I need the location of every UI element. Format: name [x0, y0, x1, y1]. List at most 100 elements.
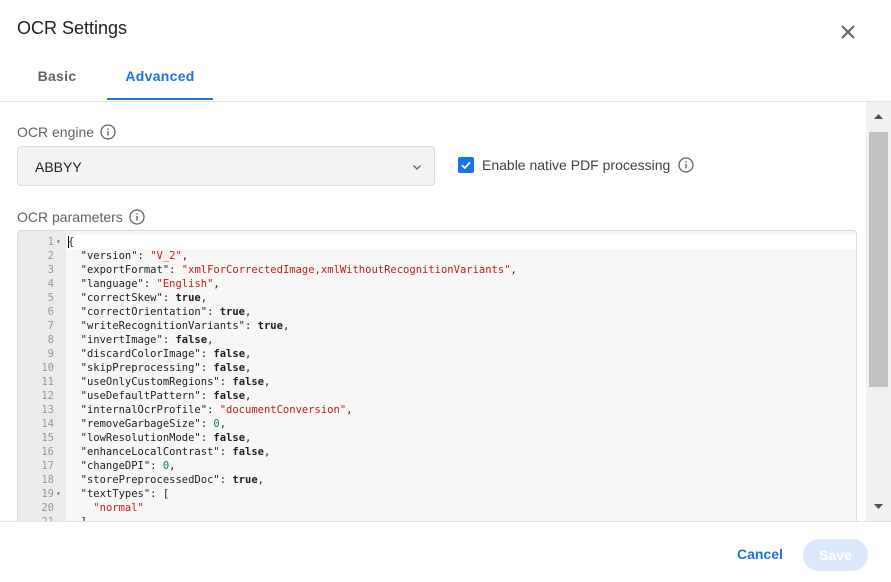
fold-toggle-icon[interactable]: ▾ — [56, 487, 61, 501]
code-token: , — [346, 404, 353, 416]
code-token: "documentConversion" — [219, 404, 347, 416]
code-text: "correctSkew": true, — [68, 291, 207, 305]
save-button[interactable]: Save — [803, 539, 868, 571]
code-line: 6 "correctOrientation": true, — [18, 305, 838, 319]
code-token: , — [181, 250, 189, 262]
tab-basic[interactable]: Basic — [17, 60, 97, 100]
code-line: 11 "useOnlyCustomRegions": false, — [18, 375, 838, 389]
code-line: 8 "invertImage": false, — [18, 333, 838, 347]
code-line: 10 "skipPreprocessing": false, — [18, 361, 838, 375]
info-icon[interactable] — [129, 209, 145, 225]
line-number: 16 — [41, 446, 54, 458]
code-token: , — [245, 306, 252, 318]
code-token: , — [207, 334, 214, 346]
scroll-down-arrow-icon[interactable] — [866, 497, 891, 517]
code-token: "storePreprocessedDoc": — [68, 474, 233, 486]
dialog-footer: Cancel Save — [0, 521, 891, 582]
code-token: "enhanceLocalContrast": — [68, 446, 233, 458]
code-token: "version": — [68, 250, 151, 262]
code-token: true — [257, 320, 283, 332]
code-text: "normal" — [68, 501, 144, 515]
code-token: , — [245, 390, 252, 402]
ocr-engine-select[interactable]: ABBYY — [17, 146, 435, 186]
native-pdf-label: Enable native PDF processing — [482, 157, 671, 173]
code-token: "exportFormat": — [68, 264, 182, 276]
code-text: "changeDPI": 0, — [68, 459, 176, 473]
code-line: 20 "normal" — [18, 501, 838, 515]
scrollbar-thumb[interactable] — [869, 132, 888, 387]
code-line: 13 "internalOcrProfile": "documentConver… — [18, 403, 838, 417]
cancel-button[interactable]: Cancel — [722, 538, 798, 570]
code-token: false — [175, 334, 208, 346]
line-number: 20 — [41, 502, 54, 514]
code-text: "storePreprocessedDoc": true, — [68, 473, 264, 487]
code-token: , — [510, 264, 517, 276]
scroll-up-arrow-icon[interactable] — [866, 106, 891, 126]
code-line: 1 ▾{ — [18, 235, 838, 249]
line-number: 6 — [47, 306, 54, 318]
code-line: 19 ▾ "textTypes": [ — [18, 487, 838, 501]
native-pdf-checkbox[interactable] — [458, 157, 474, 173]
line-number: 7 — [47, 320, 54, 332]
ocr-engine-label-row: OCR engine — [17, 124, 116, 140]
code-token: "V_2" — [150, 250, 182, 262]
code-line: 5 "correctSkew": true, — [18, 291, 838, 305]
code-token: "writeRecognitionVariants": — [68, 320, 258, 332]
code-token: "xmlForCorrectedImage,xmlWithoutRecognit… — [181, 264, 511, 276]
code-line: 12 "useDefaultPattern": false, — [18, 389, 838, 403]
code-token: , — [213, 278, 220, 290]
code-text: "useDefaultPattern": false, — [68, 389, 252, 403]
code-token: "discardColorImage": — [68, 348, 214, 360]
line-number: 17 — [41, 460, 54, 472]
panel-scrollbar[interactable] — [866, 102, 891, 521]
line-number: 14 — [41, 418, 54, 430]
info-icon[interactable] — [100, 124, 116, 140]
code-token: , — [245, 348, 252, 360]
code-token: "lowResolutionMode": — [68, 432, 214, 444]
code-token: , — [219, 418, 227, 430]
code-text: "invertImage": false, — [68, 333, 214, 347]
code-token: false — [213, 348, 246, 360]
code-text: "enhanceLocalContrast": false, — [68, 445, 271, 459]
code-line: 7 "writeRecognitionVariants": true, — [18, 319, 838, 333]
tab-advanced[interactable]: Advanced — [107, 60, 213, 100]
line-number: 11 — [41, 376, 54, 388]
line-number: 8 — [47, 334, 54, 346]
fold-toggle-icon[interactable]: ▾ — [56, 235, 61, 249]
code-line: 14 "removeGarbageSize": 0, — [18, 417, 838, 431]
code-token: "invertImage": — [68, 334, 176, 346]
code-token: true — [232, 474, 258, 486]
code-token: , — [257, 474, 264, 486]
code-token: "language": — [68, 278, 157, 290]
line-number: 5 — [47, 292, 54, 304]
code-token: false — [232, 376, 264, 388]
code-token: , — [200, 292, 208, 304]
code-text: "removeGarbageSize": 0, — [68, 417, 226, 431]
line-number: 4 — [47, 278, 54, 290]
tab-basic-label: Basic — [37, 68, 77, 84]
active-tab-indicator — [107, 98, 213, 100]
code-line: 16 "enhanceLocalContrast": false, — [18, 445, 838, 459]
code-token: false — [213, 390, 246, 402]
line-number: 18 — [41, 474, 54, 486]
code-line: 2 "version": "V_2", — [18, 249, 838, 263]
ocr-parameters-editor[interactable]: 1 ▾{2 "version": "V_2", 3 "exportFormat": … — [17, 230, 857, 521]
code-line: 15 "lowResolutionMode": false, — [18, 431, 838, 445]
ocr-parameters-label: OCR parameters — [17, 209, 123, 225]
code-token: true — [219, 306, 246, 318]
code-text: "exportFormat": "xmlForCorrectedImage,xm… — [68, 263, 517, 277]
code-token: , — [282, 320, 290, 332]
ocr-engine-label: OCR engine — [17, 124, 95, 140]
info-icon[interactable] — [678, 157, 694, 173]
code-token: "useOnlyCustomRegions": — [68, 376, 233, 388]
close-icon[interactable] — [836, 20, 860, 44]
code-token: "correctOrientation": — [68, 306, 220, 318]
code-token: "skipPreprocessing": — [68, 362, 214, 374]
code-token: , — [245, 362, 252, 374]
tab-advanced-label: Advanced — [125, 68, 195, 84]
code-token: "changeDPI": — [68, 460, 163, 472]
line-number: 10 — [41, 362, 54, 374]
code-line: 17 "changeDPI": 0, — [18, 459, 838, 473]
line-number: 3 — [47, 264, 54, 276]
